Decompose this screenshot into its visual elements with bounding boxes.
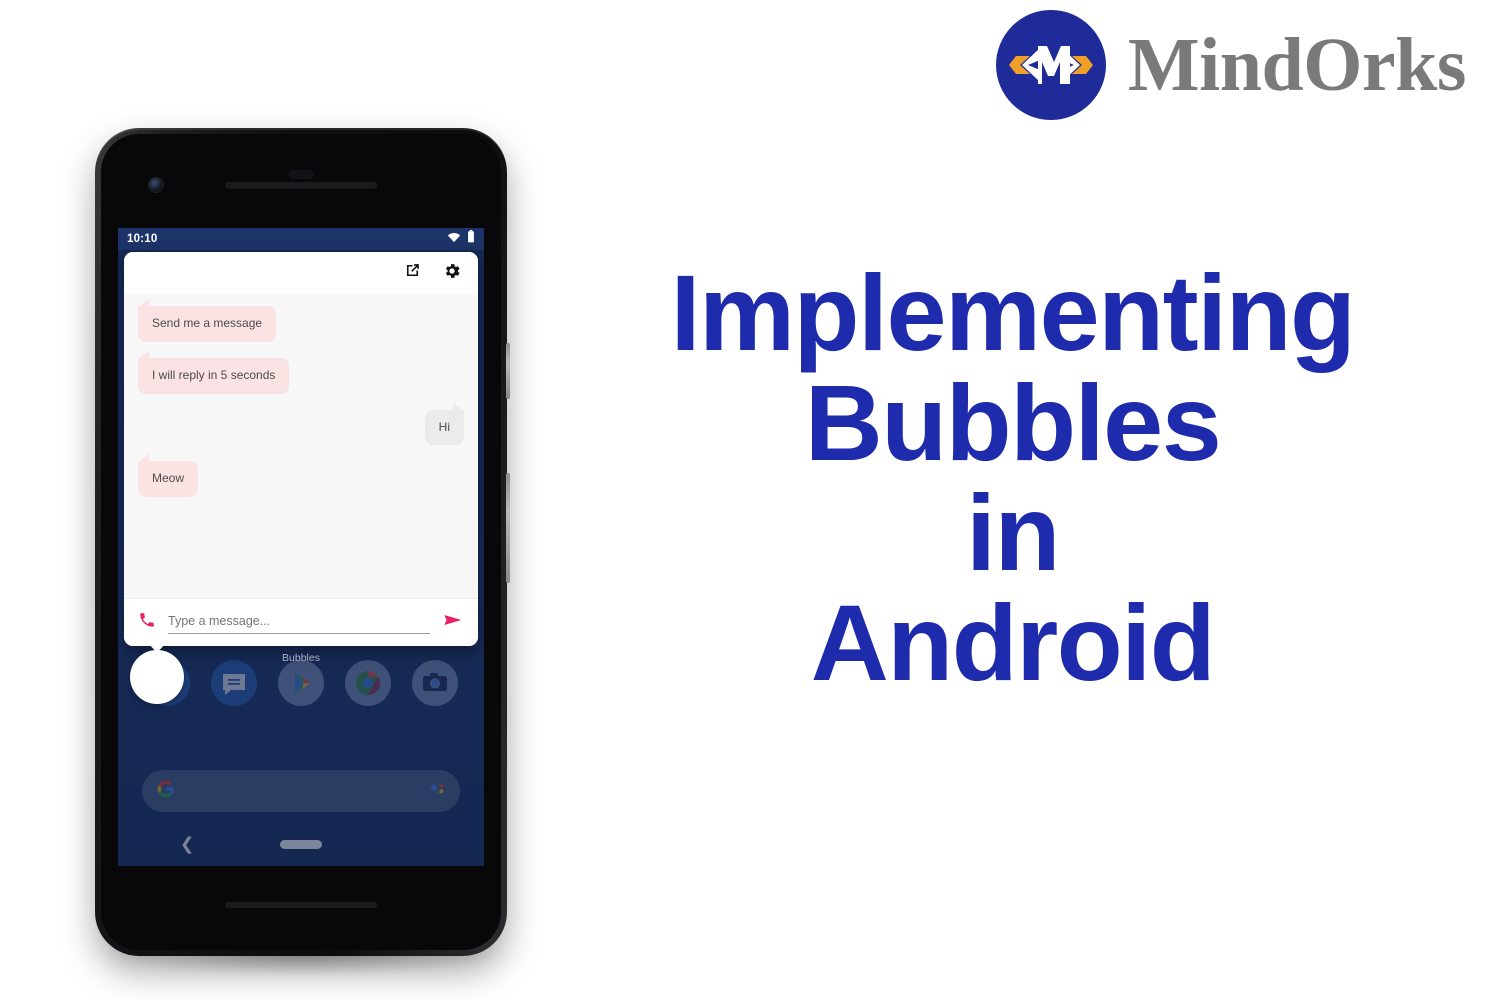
settings-gear-icon[interactable] bbox=[442, 261, 462, 286]
front-camera-icon bbox=[149, 178, 163, 192]
chat-bubble-outgoing: Hi bbox=[424, 402, 465, 446]
chat-message-row: I will reply in 5 seconds bbox=[138, 350, 464, 394]
headline-line-3: in bbox=[966, 472, 1060, 594]
proximity-sensor-icon bbox=[288, 170, 314, 179]
page-title: Implementing Bubbles in Android bbox=[560, 252, 1465, 704]
phone-call-icon[interactable] bbox=[138, 611, 156, 634]
send-arrow-icon[interactable] bbox=[442, 609, 464, 636]
headline-line-2: Bubbles bbox=[804, 362, 1222, 484]
bubble-chat-panel: Send me a message I will reply in 5 seco… bbox=[124, 252, 478, 646]
wifi-icon bbox=[447, 230, 461, 248]
phone-mockup: ❮ 10:10 bbox=[95, 128, 510, 956]
chat-bubble-incoming: Meow bbox=[138, 454, 199, 498]
chat-input-row bbox=[124, 598, 478, 646]
chat-header bbox=[124, 252, 478, 294]
message-input[interactable] bbox=[168, 613, 430, 628]
bottom-speaker bbox=[225, 902, 377, 908]
phone-bezel: ❮ 10:10 bbox=[101, 134, 501, 950]
message-input-wrapper bbox=[168, 612, 430, 634]
status-bar-icons bbox=[447, 230, 475, 248]
phone-screen: ❮ 10:10 bbox=[118, 228, 484, 866]
chat-message-row: Send me a message bbox=[138, 299, 464, 342]
chat-bubble-avatar[interactable] bbox=[130, 650, 184, 704]
chat-message-row: Meow bbox=[138, 454, 464, 498]
headline-line-1: Implementing bbox=[670, 252, 1356, 373]
status-bar: 10:10 bbox=[118, 228, 484, 250]
brand-logo: MindOrks bbox=[995, 10, 1467, 120]
mindorks-chevron-m-logo bbox=[995, 10, 1106, 120]
volume-button[interactable] bbox=[506, 473, 510, 583]
battery-icon bbox=[467, 230, 475, 248]
earpiece-speaker bbox=[225, 182, 377, 188]
status-bar-time: 10:10 bbox=[127, 233, 158, 245]
chat-bubble-incoming: Send me a message bbox=[138, 299, 277, 342]
brand-name: MindOrks bbox=[1127, 23, 1467, 107]
open-in-new-icon[interactable] bbox=[403, 261, 422, 285]
chat-message-list: Send me a message I will reply in 5 seco… bbox=[124, 294, 478, 598]
chat-bubble-incoming: I will reply in 5 seconds bbox=[138, 350, 290, 394]
headline-line-4: Android bbox=[810, 582, 1216, 704]
chat-message-row: Hi bbox=[138, 402, 465, 446]
power-button[interactable] bbox=[506, 343, 510, 399]
